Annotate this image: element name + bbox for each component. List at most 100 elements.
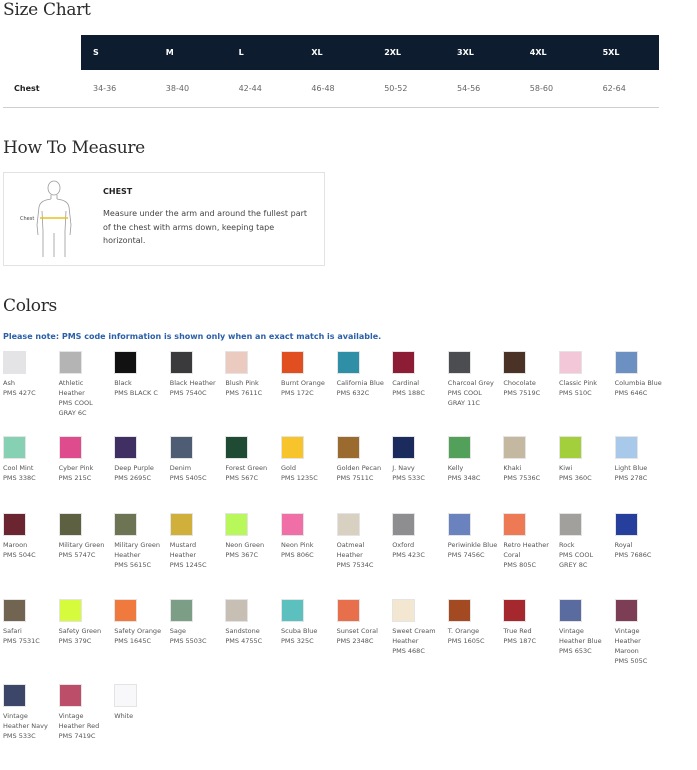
color-swatch-item[interactable]: Neon Green PMS 367C xyxy=(225,513,277,560)
color-swatch-item[interactable]: Forest Green PMS 567C xyxy=(225,436,277,483)
color-swatch[interactable] xyxy=(336,513,360,536)
color-swatch-item[interactable]: Golden Pecan PMS 7511C xyxy=(336,436,389,483)
color-swatch[interactable] xyxy=(614,436,638,459)
color-swatch-item[interactable]: Retro Heather Coral PMS 805C xyxy=(503,513,555,570)
color-swatch[interactable] xyxy=(3,436,26,459)
color-swatch-item[interactable]: Sage PMS 5503C xyxy=(169,599,222,646)
color-swatch[interactable] xyxy=(503,351,527,374)
color-swatch[interactable] xyxy=(447,351,471,374)
color-swatch[interactable] xyxy=(114,513,138,536)
color-swatch[interactable] xyxy=(503,513,527,536)
color-swatch[interactable] xyxy=(392,436,416,459)
color-swatch[interactable] xyxy=(447,599,471,622)
color-swatch-item[interactable]: Sandstone PMS 4755C xyxy=(225,599,277,646)
color-swatch-item[interactable]: Mustard Heather PMS 1245C xyxy=(169,513,222,570)
color-swatch[interactable] xyxy=(392,599,416,622)
color-swatch-item[interactable]: Military Green PMS 5747C xyxy=(58,513,111,560)
color-swatch-item[interactable]: Columbia Blue PMS 646C xyxy=(614,351,667,398)
color-swatch[interactable] xyxy=(336,351,360,374)
color-swatch-item[interactable]: Periwinkle Blue PMS 7456C xyxy=(447,513,500,560)
color-swatch[interactable] xyxy=(281,436,304,459)
color-swatch-item[interactable]: Safari PMS 7531C xyxy=(3,599,55,646)
color-swatch[interactable] xyxy=(114,351,138,374)
color-swatch-item[interactable]: Oatmeal Heather PMS 7534C xyxy=(336,513,389,570)
color-swatch[interactable] xyxy=(169,351,193,374)
color-swatch[interactable] xyxy=(447,513,471,536)
color-swatch-item[interactable]: Gold PMS 1235C xyxy=(281,436,333,483)
color-swatch-item[interactable]: Charcoal Grey PMS COOL GRAY 11C xyxy=(447,351,500,408)
color-swatch[interactable] xyxy=(559,351,582,374)
color-swatch-item[interactable]: Classic Pink PMS 510C xyxy=(559,351,611,398)
color-swatch-item[interactable]: Safety Green PMS 379C xyxy=(58,599,111,646)
color-swatch-item[interactable]: Neon Pink PMS 806C xyxy=(281,513,333,560)
color-swatch-item[interactable]: Scuba Blue PMS 325C xyxy=(281,599,333,646)
color-swatch-item[interactable]: Rock PMS COOL GREY 8C xyxy=(559,513,611,570)
color-swatch-item[interactable]: Ash PMS 427C xyxy=(3,351,55,398)
color-swatch[interactable] xyxy=(58,351,82,374)
color-swatch[interactable] xyxy=(392,351,416,374)
color-swatch[interactable] xyxy=(559,599,582,622)
color-swatch-item[interactable]: Military Green Heather PMS 5615C xyxy=(114,513,166,570)
color-swatch[interactable] xyxy=(447,436,471,459)
color-swatch[interactable] xyxy=(503,436,527,459)
color-swatch-item[interactable]: Sweet Cream Heather PMS 468C xyxy=(392,599,444,656)
color-swatch[interactable] xyxy=(559,436,582,459)
color-swatch-item[interactable]: Deep Purple PMS 2695C xyxy=(114,436,166,483)
color-swatch[interactable] xyxy=(58,436,82,459)
color-swatch[interactable] xyxy=(336,436,360,459)
color-swatch-item[interactable]: Athletic Heather PMS COOL GRAY 6C xyxy=(58,351,111,418)
color-swatch[interactable] xyxy=(503,599,527,622)
color-swatch-item[interactable]: Cyber Pink PMS 215C xyxy=(58,436,111,483)
color-swatch-item[interactable]: Maroon PMS 504C xyxy=(3,513,55,560)
color-swatch-item[interactable]: T. Orange PMS 1605C xyxy=(447,599,500,646)
color-swatch-item[interactable]: Khaki PMS 7536C xyxy=(503,436,555,483)
color-swatch[interactable] xyxy=(614,513,638,536)
color-swatch-item[interactable]: Vintage Heather Maroon PMS 505C xyxy=(614,599,667,666)
color-swatch[interactable] xyxy=(3,351,26,374)
color-swatch-item[interactable]: White xyxy=(114,684,166,721)
color-swatch-item[interactable]: Cool Mint PMS 338C xyxy=(3,436,55,483)
color-swatch[interactable] xyxy=(3,599,26,622)
color-swatch[interactable] xyxy=(559,513,582,536)
color-swatch-item[interactable]: Blush Pink PMS 7611C xyxy=(225,351,277,398)
color-swatch-item[interactable]: Chocolate PMS 7519C xyxy=(503,351,555,398)
color-swatch-item[interactable]: Vintage Heather Red PMS 7419C xyxy=(58,684,111,741)
color-swatch[interactable] xyxy=(614,599,638,622)
color-swatch[interactable] xyxy=(3,684,26,707)
color-swatch[interactable] xyxy=(281,513,304,536)
color-swatch-item[interactable]: Oxford PMS 423C xyxy=(392,513,444,560)
color-swatch[interactable] xyxy=(614,351,638,374)
color-swatch[interactable] xyxy=(225,351,249,374)
color-swatch-item[interactable]: California Blue PMS 632C xyxy=(336,351,389,398)
color-swatch-item[interactable]: J. Navy PMS 533C xyxy=(392,436,444,483)
color-swatch[interactable] xyxy=(225,436,249,459)
color-swatch-item[interactable]: Kelly PMS 348C xyxy=(447,436,500,483)
color-swatch[interactable] xyxy=(58,684,82,707)
color-swatch-item[interactable]: Royal PMS 7686C xyxy=(614,513,667,560)
color-swatch-item[interactable]: Black Heather PMS 7540C xyxy=(169,351,222,398)
color-swatch[interactable] xyxy=(336,599,360,622)
color-swatch[interactable] xyxy=(392,513,416,536)
color-swatch[interactable] xyxy=(281,351,304,374)
color-swatch-item[interactable]: Safety Orange PMS 1645C xyxy=(114,599,166,646)
color-swatch[interactable] xyxy=(225,599,249,622)
color-swatch[interactable] xyxy=(58,599,82,622)
color-swatch[interactable] xyxy=(114,599,138,622)
color-swatch-item[interactable]: Burnt Orange PMS 172C xyxy=(281,351,333,398)
color-swatch[interactable] xyxy=(3,513,26,536)
color-swatch[interactable] xyxy=(114,436,138,459)
color-swatch-item[interactable]: Black PMS BLACK C xyxy=(114,351,166,398)
color-swatch[interactable] xyxy=(281,599,304,622)
color-swatch-item[interactable]: Denim PMS 5405C xyxy=(169,436,222,483)
color-swatch-item[interactable]: Kiwi PMS 360C xyxy=(559,436,611,483)
color-swatch-item[interactable]: Cardinal PMS 188C xyxy=(392,351,444,398)
color-swatch[interactable] xyxy=(169,436,193,459)
color-swatch-item[interactable]: Light Blue PMS 278C xyxy=(614,436,667,483)
color-swatch[interactable] xyxy=(225,513,249,536)
color-swatch[interactable] xyxy=(169,513,193,536)
color-swatch[interactable] xyxy=(169,599,193,622)
color-swatch[interactable] xyxy=(114,684,138,707)
color-swatch-item[interactable]: True Red PMS 187C xyxy=(503,599,555,646)
color-swatch-item[interactable]: Vintage Heather Navy PMS 533C xyxy=(3,684,55,741)
color-swatch-item[interactable]: Sunset Coral PMS 2348C xyxy=(336,599,389,646)
